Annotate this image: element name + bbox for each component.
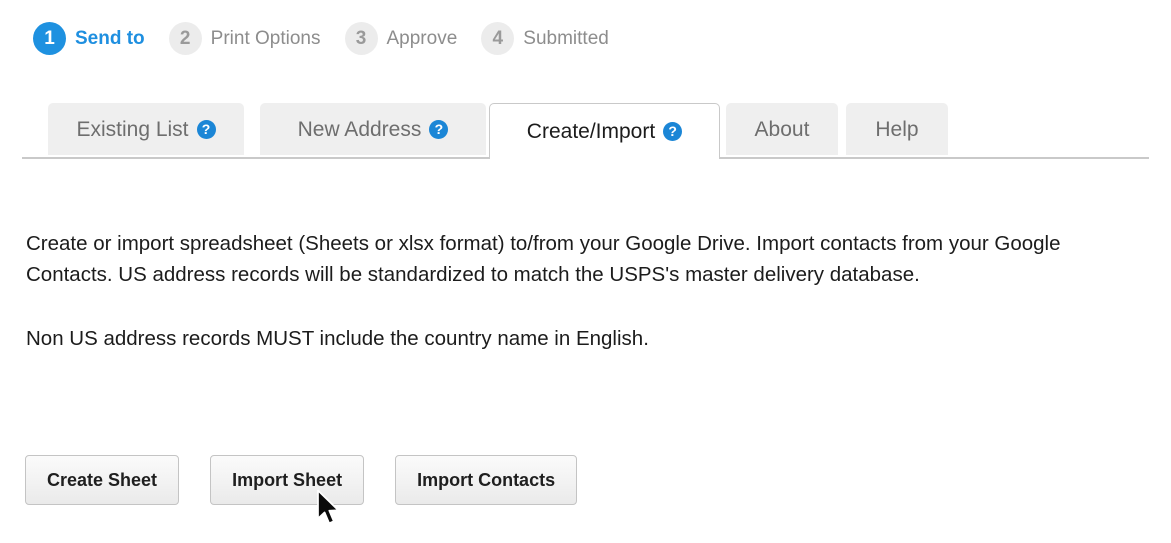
wizard-step-send-to[interactable]: 1 Send to: [33, 22, 145, 55]
tab-strip: Existing List ? New Address ? Create/Imp…: [0, 103, 1171, 159]
step-label: Submitted: [523, 27, 609, 49]
wizard-step-indicator: 1 Send to 2 Print Options 3 Approve 4 Su…: [33, 22, 633, 55]
tab-panel-create-import: Create or import spreadsheet (Sheets or …: [26, 228, 1136, 354]
step-number-badge: 4: [481, 22, 515, 55]
step-number-badge: 2: [168, 22, 202, 55]
tab-label: Help: [875, 117, 919, 141]
step-number-badge: 1: [33, 22, 66, 55]
wizard-step-approve[interactable]: 3 Approve: [344, 22, 458, 55]
description-paragraph-primary: Create or import spreadsheet (Sheets or …: [26, 232, 1061, 286]
step-label: Approve: [386, 27, 458, 49]
tab-label: New Address: [297, 117, 422, 141]
tab-label: Existing List: [76, 117, 189, 141]
tab-create-import[interactable]: Create/Import ?: [489, 103, 720, 159]
help-icon[interactable]: ?: [196, 119, 216, 139]
tab-about[interactable]: About: [726, 103, 838, 155]
step-label: Print Options: [210, 27, 321, 49]
import-sheet-button[interactable]: Import Sheet: [210, 455, 365, 505]
step-label: Send to: [75, 27, 145, 49]
tab-existing-list[interactable]: Existing List ?: [48, 103, 244, 155]
import-contacts-button[interactable]: Import Contacts: [395, 455, 578, 505]
help-icon[interactable]: ?: [663, 122, 683, 141]
tab-label: Create/Import: [526, 120, 656, 143]
help-icon[interactable]: ?: [429, 119, 449, 139]
description-paragraph-secondary: Non US address records MUST include the …: [26, 327, 649, 350]
step-number-badge: 3: [344, 22, 378, 55]
tab-help[interactable]: Help: [846, 103, 948, 155]
tab-label: About: [754, 117, 810, 141]
wizard-step-print-options[interactable]: 2 Print Options: [168, 22, 321, 55]
wizard-step-submitted[interactable]: 4 Submitted: [481, 22, 609, 55]
create-sheet-button[interactable]: Create Sheet: [25, 455, 180, 505]
action-button-row: Create Sheet Import Sheet Import Contact…: [25, 455, 608, 505]
tab-new-address[interactable]: New Address ?: [260, 103, 486, 155]
